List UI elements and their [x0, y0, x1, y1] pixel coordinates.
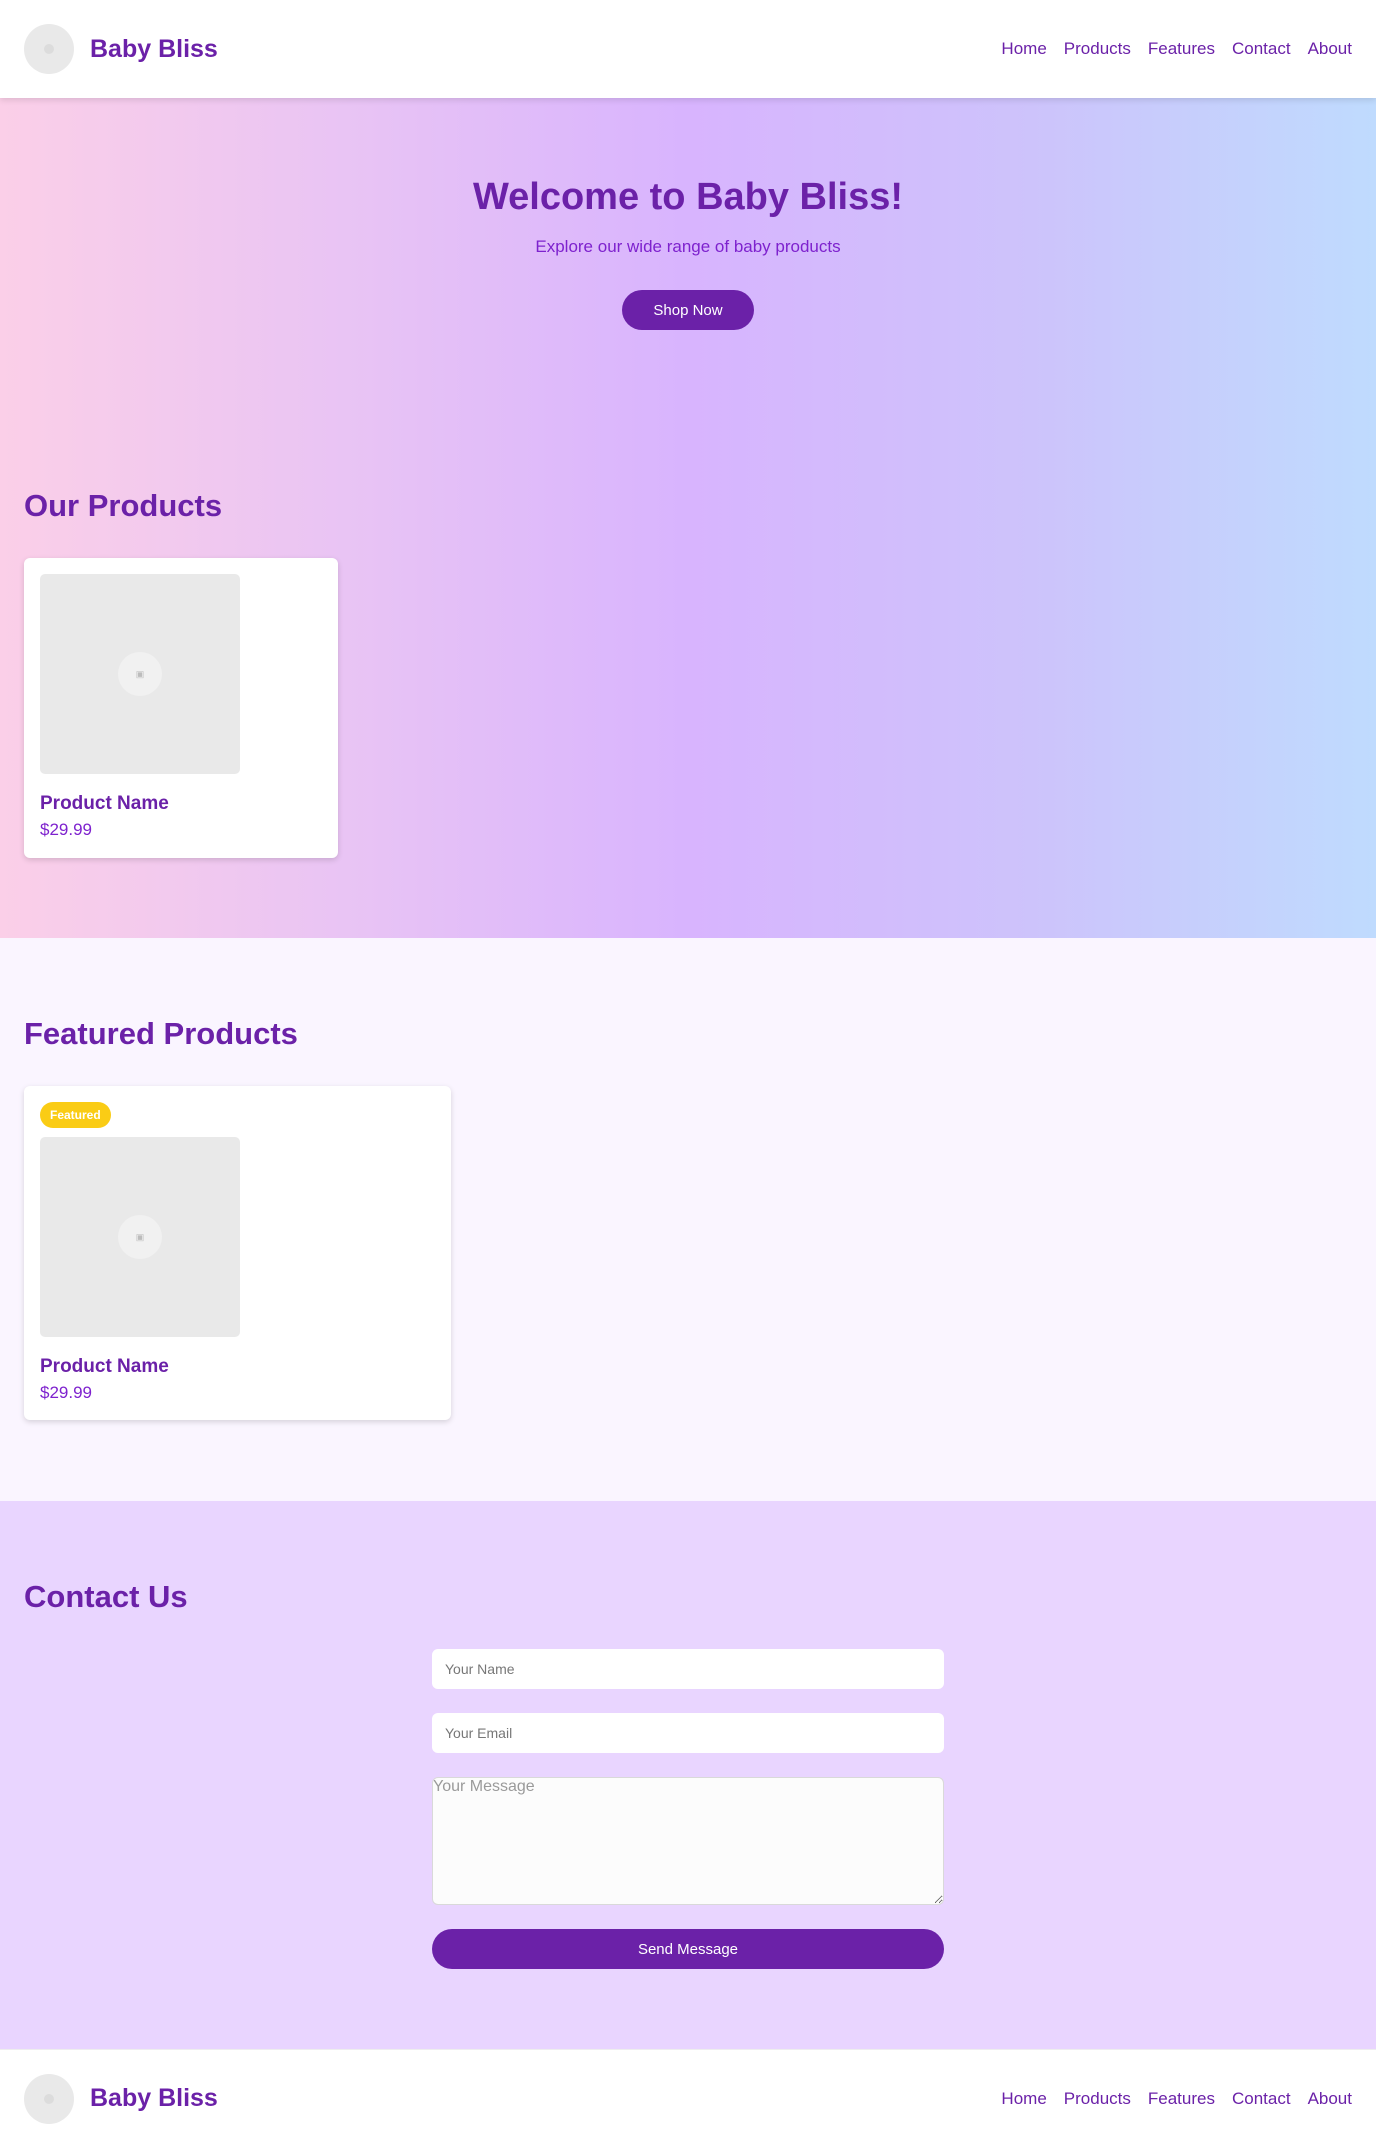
footer-nav: Home Products Features Contact About: [1001, 2089, 1352, 2109]
email-field[interactable]: [432, 1713, 944, 1753]
site-footer: Baby Bliss Home Products Features Contac…: [0, 2049, 1376, 2147]
baby-logo-icon[interactable]: [24, 24, 74, 74]
name-field[interactable]: [432, 1649, 944, 1689]
product-card[interactable]: ▣ Product Name $29.99: [24, 558, 338, 858]
main-nav: Home Products Features Contact About: [1001, 39, 1352, 59]
hero-title: Welcome to Baby Bliss!: [472, 176, 904, 218]
products-section-title: Our Products: [24, 488, 223, 523]
product-name[interactable]: Product Name: [40, 1356, 169, 1378]
footer-link-about[interactable]: About: [1308, 2089, 1352, 2109]
image-placeholder-icon: ▣: [118, 1215, 162, 1259]
nav-link-about[interactable]: About: [1308, 39, 1352, 59]
footer-link-home[interactable]: Home: [1001, 2089, 1046, 2109]
footer-link-products[interactable]: Products: [1064, 2089, 1131, 2109]
site-header: Baby Bliss Home Products Features Contac…: [0, 0, 1376, 98]
nav-link-contact[interactable]: Contact: [1232, 39, 1291, 59]
footer-link-features[interactable]: Features: [1148, 2089, 1215, 2109]
hero-subtitle: Explore our wide range of baby products: [535, 237, 841, 256]
contact-section-title: Contact Us: [24, 1579, 188, 1614]
footer-brand-name[interactable]: Baby Bliss: [90, 2084, 218, 2113]
featured-product-card[interactable]: Featured ▣ Product Name $29.99: [24, 1086, 451, 1420]
nav-link-home[interactable]: Home: [1001, 39, 1046, 59]
product-image: ▣: [40, 1137, 240, 1337]
image-placeholder-icon: ▣: [118, 652, 162, 696]
footer-link-contact[interactable]: Contact: [1232, 2089, 1291, 2109]
product-name[interactable]: Product Name: [40, 793, 169, 815]
baby-logo-icon[interactable]: [24, 2073, 74, 2124]
nav-link-features[interactable]: Features: [1148, 39, 1215, 59]
featured-badge: Featured: [40, 1102, 111, 1128]
nav-link-products[interactable]: Products: [1064, 39, 1131, 59]
send-message-button[interactable]: Send Message: [432, 1929, 944, 1969]
shop-now-button[interactable]: Shop Now: [622, 290, 754, 330]
product-image: ▣: [40, 574, 240, 774]
brand-name[interactable]: Baby Bliss: [90, 35, 218, 64]
product-price: $29.99: [40, 1383, 92, 1402]
product-price: $29.99: [40, 820, 92, 839]
message-field[interactable]: [432, 1777, 944, 1905]
featured-section-title: Featured Products: [24, 1016, 298, 1051]
